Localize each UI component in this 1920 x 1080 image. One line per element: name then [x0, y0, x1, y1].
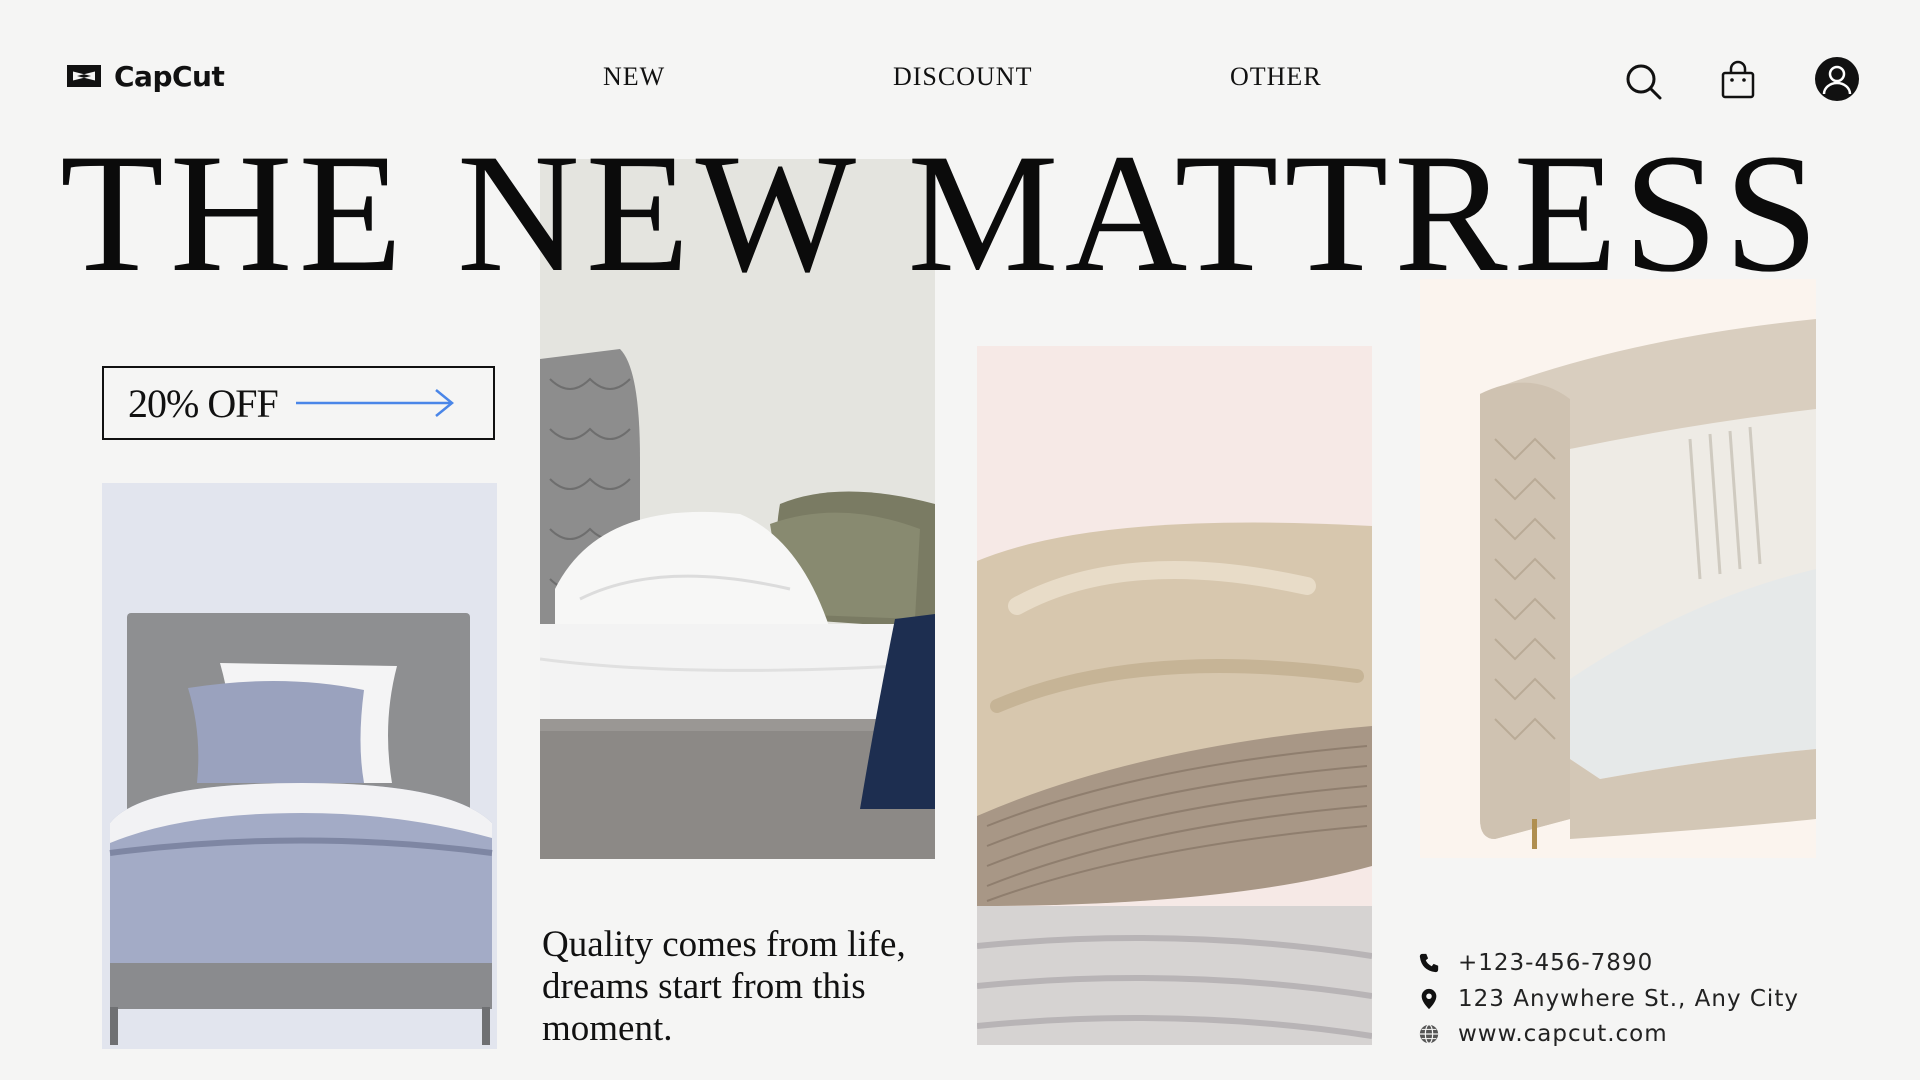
- nav-other[interactable]: OTHER: [1230, 62, 1322, 92]
- capcut-logo-icon: [67, 65, 101, 87]
- logo-text: CapCut: [114, 59, 225, 93]
- discount-button[interactable]: 20% OFF: [102, 366, 495, 440]
- beige-bedding-photo: [977, 346, 1372, 1045]
- phone-icon: [1419, 953, 1439, 973]
- contact-phone: +123-456-7890: [1418, 950, 1653, 976]
- user-avatar-icon[interactable]: [1815, 57, 1859, 101]
- phone-text: +123-456-7890: [1458, 950, 1654, 976]
- shopping-bag-icon[interactable]: [1720, 60, 1756, 100]
- globe-icon: [1419, 1024, 1439, 1044]
- nav-discount[interactable]: DISCOUNT: [893, 62, 1032, 92]
- discount-label: 20% OFF: [128, 380, 279, 426]
- contact-address: 123 Anywhere St., Any City: [1418, 986, 1799, 1012]
- leather-bed-frame-photo: [1420, 279, 1816, 858]
- tagline: Quality comes from life, dreams start fr…: [542, 924, 906, 1049]
- nav-new[interactable]: NEW: [603, 62, 665, 92]
- address-text: 123 Anywhere St., Any City: [1458, 986, 1799, 1012]
- capcut-logo[interactable]: CapCut: [64, 58, 225, 94]
- hero-title: THE NEW MATTRESS: [60, 119, 1825, 307]
- search-icon[interactable]: [1624, 62, 1664, 102]
- contact-website[interactable]: www.capcut.com: [1418, 1021, 1668, 1047]
- website-link[interactable]: www.capcut.com: [1458, 1021, 1668, 1047]
- location-pin-icon: [1421, 988, 1437, 1010]
- single-bed-photo: [102, 483, 497, 1049]
- arrow-right-icon: [295, 389, 454, 417]
